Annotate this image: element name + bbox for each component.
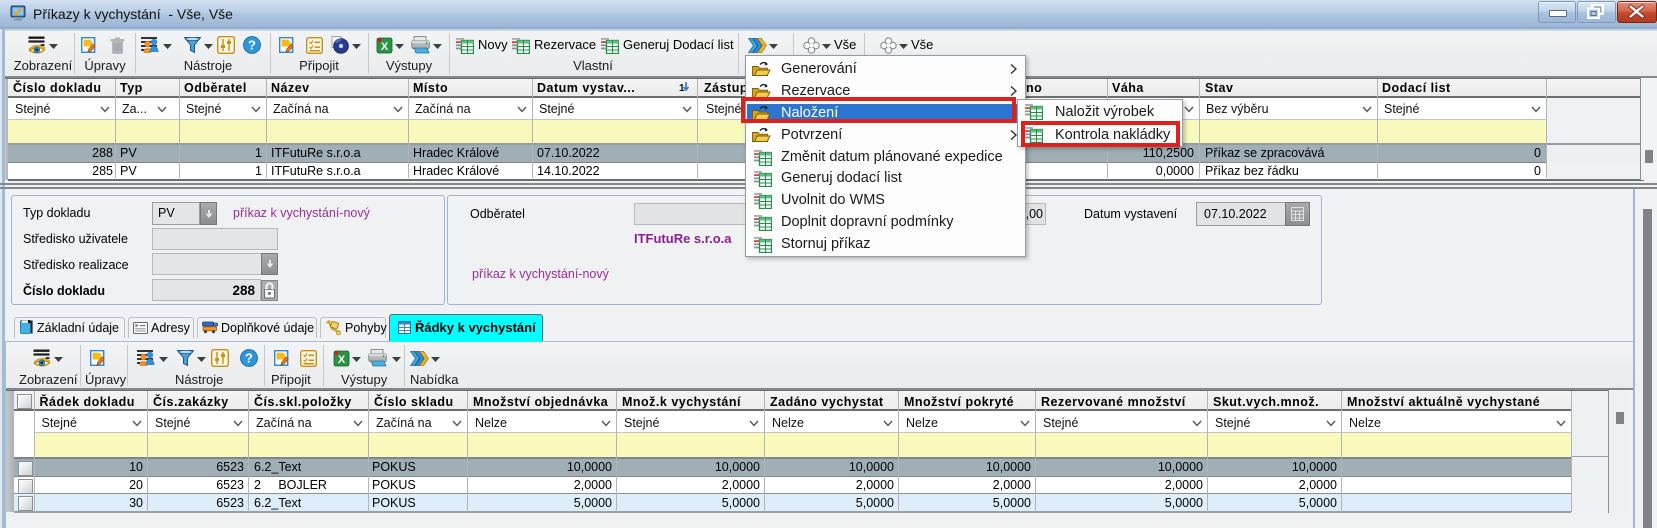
svg-text:?: ? — [245, 351, 253, 366]
svg-text:X: X — [381, 41, 389, 53]
svg-text:?: ? — [248, 38, 256, 53]
svg-text:X: X — [338, 354, 346, 366]
